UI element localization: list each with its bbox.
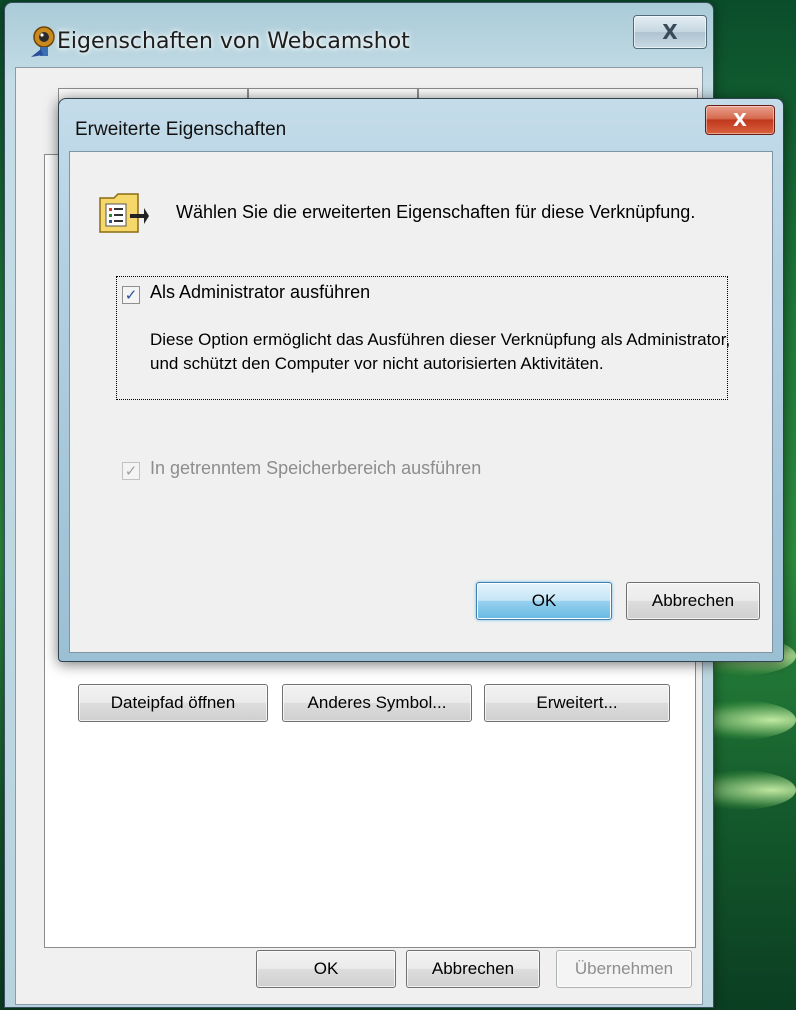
cancel-label: Abbrechen — [431, 959, 515, 978]
shortcut-properties-icon — [99, 193, 149, 233]
dialog-ok-label: OK — [531, 591, 557, 610]
close-icon: X — [662, 20, 678, 44]
open-path-button[interactable]: Dateipfad öffnen — [78, 684, 268, 722]
run-as-admin-label[interactable]: Als Administrator ausführen — [150, 282, 370, 303]
change-icon-button[interactable]: Anderes Symbol... — [282, 684, 472, 722]
ok-label: OK — [313, 959, 339, 978]
close-icon: X — [733, 109, 747, 131]
window-close-button[interactable]: X — [633, 15, 707, 49]
dialog-ok-button[interactable]: OK — [476, 582, 612, 620]
check-icon: ✓ — [124, 285, 138, 304]
dialog-body: Wählen Sie die erweiterten Eigenschaften… — [69, 151, 773, 653]
check-icon: ✓ — [124, 461, 138, 480]
advanced-label: Erweitert... — [536, 693, 618, 712]
dialog-cancel-label: Abbrechen — [651, 591, 735, 610]
apply-label: Übernehmen — [574, 959, 674, 978]
dialog-cancel-button[interactable]: Abbrechen — [626, 582, 760, 620]
separate-memory-checkbox[interactable]: ✓ — [122, 462, 140, 480]
ok-button[interactable]: OK — [256, 950, 396, 988]
separate-memory-label[interactable]: In getrenntem Speicherbereich ausführen — [150, 458, 481, 479]
change-icon-label: Anderes Symbol... — [307, 693, 447, 712]
open-path-label: Dateipfad öffnen — [110, 693, 236, 712]
run-as-admin-checkbox[interactable]: ✓ — [122, 286, 140, 304]
apply-button[interactable]: Übernehmen — [556, 950, 692, 988]
webcam-app-icon — [31, 26, 55, 57]
dialog-close-button[interactable]: X — [705, 105, 775, 135]
dialog-heading: Wählen Sie die erweiterten Eigenschaften… — [176, 202, 696, 222]
advanced-properties-dialog: Erweiterte Eigenschaften X Wählen Sie di… — [58, 98, 784, 662]
dialog-title: Erweiterte Eigenschaften — [75, 119, 287, 140]
window-title: Eigenschaften von Webcamshot — [57, 29, 410, 54]
advanced-button[interactable]: Erweitert... — [484, 684, 670, 722]
cancel-button[interactable]: Abbrechen — [406, 950, 540, 988]
run-as-admin-description: Diese Option ermöglicht das Ausführen di… — [150, 330, 731, 373]
